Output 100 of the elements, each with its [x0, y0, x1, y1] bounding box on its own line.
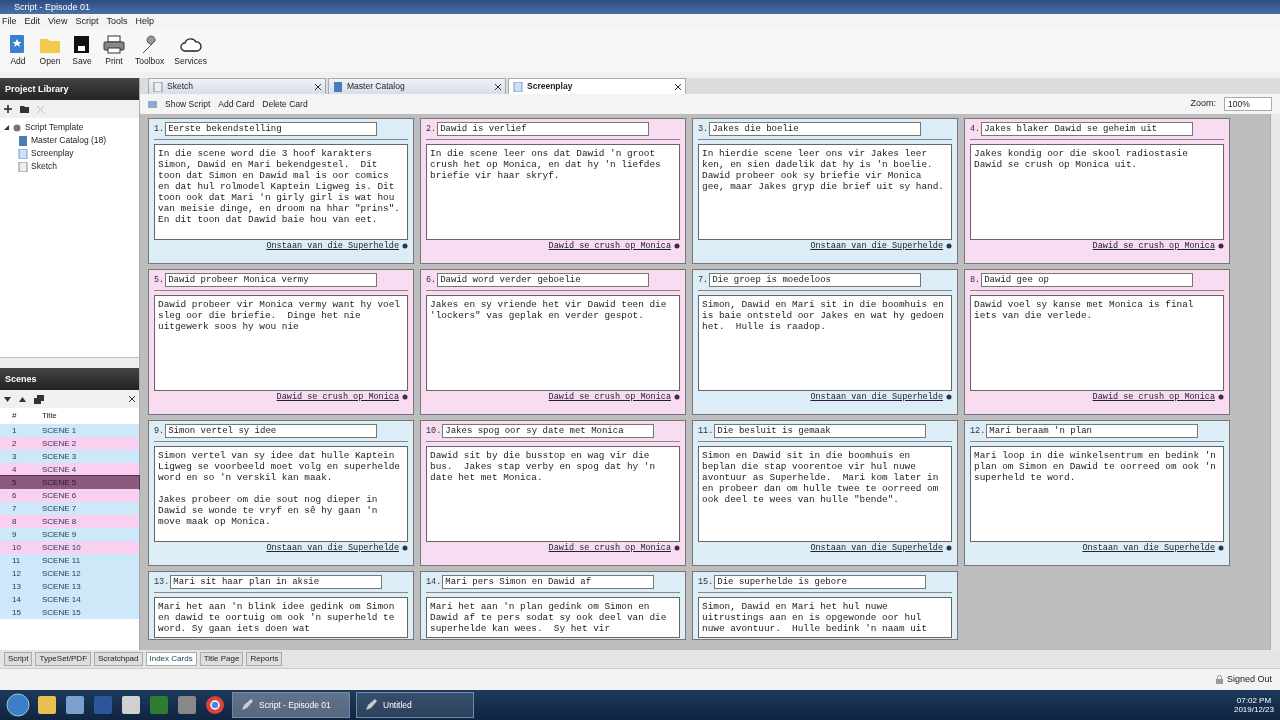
card-title-field[interactable]: Mari pers Simon en Dawid af: [442, 575, 655, 589]
card-title-field[interactable]: Mari sit haar plan in aksie: [170, 575, 383, 589]
scene-row[interactable]: 6 SCENE 6: [0, 489, 139, 502]
tab-label[interactable]: Master Catalog: [347, 80, 405, 93]
card-text-field[interactable]: Dawid voel sy kanse met Monica is final iets van die verlede.: [970, 295, 1224, 391]
column-header[interactable]: Title: [28, 410, 57, 422]
scene-row[interactable]: 1 SCENE 1: [0, 424, 139, 437]
expanded-arrow-icon[interactable]: [4, 125, 9, 130]
document-tab[interactable]: Sketch: [148, 78, 326, 94]
taskbar-window-button[interactable]: Script - Episode 01: [232, 692, 350, 718]
plotline-link[interactable]: Dawid se crush op Monica: [548, 391, 680, 403]
card-text-field[interactable]: Mari het aan 'n plan gedink om Simon en Dawid af te pers sodat sy ook deel van die superhelde kan wees. Sy het vir: [426, 597, 680, 638]
document-tab[interactable]: Screenplay: [508, 78, 686, 94]
scene-row[interactable]: 8 SCENE 8: [0, 515, 139, 528]
toolbar-button[interactable]: Print: [100, 34, 128, 72]
menu-item[interactable]: Edit: [24, 15, 41, 29]
scene-row[interactable]: 9 SCENE 9: [0, 528, 139, 541]
plus-icon[interactable]: [4, 105, 12, 113]
tree-item[interactable]: Sketch: [31, 160, 57, 173]
card-text-field[interactable]: In die scene word die 3 hoof karakters Simon, Dawid en Mari bekendgestel. Dit toon dat Simon en Dawid mal is oor comics en dat hul rolmodel Kaptein Ligweg is. Dit toon ook dat Mari 'n girly girl is wat hou van meisie dinge, en droom na hhar "prins". En dit toon dat Dawid baie hou van eet.: [154, 144, 408, 240]
app-icon[interactable]: [36, 695, 58, 715]
scene-row[interactable]: 11 SCENE 11: [0, 554, 139, 567]
view-tab[interactable]: Index Cards: [145, 652, 197, 666]
zoom-dropdown[interactable]: 100%: [1224, 96, 1272, 112]
view-tab[interactable]: Reports: [246, 652, 283, 666]
card-title-field[interactable]: Die groep is moedeloos: [709, 273, 922, 287]
plotline-link[interactable]: Dawid se crush op Monica: [1092, 240, 1224, 252]
toolbar-link[interactable]: Show Script: [165, 97, 211, 111]
app-icon[interactable]: [120, 695, 142, 715]
scene-row[interactable]: 2 SCENE 2: [0, 437, 139, 450]
card-text-field[interactable]: Dawid sit by die busstop en wag vir die bus. Jakes stap verby en spog dat hy 'n date het met Monica.: [426, 446, 680, 542]
plotline-link[interactable]: Dawid se crush op Monica: [1092, 391, 1224, 403]
toolbar-link[interactable]: Add Card: [218, 97, 255, 111]
card-title-field[interactable]: Dawid word verder geboelie: [437, 273, 650, 287]
plotline-link[interactable]: Onstaan van die Superhelde: [810, 240, 952, 252]
splitter-handle[interactable]: [0, 358, 139, 368]
card-title-field[interactable]: Dawid gee op: [981, 273, 1194, 287]
card-title-field[interactable]: Dawid probeer Monica vermy: [165, 273, 378, 287]
scene-row[interactable]: 3 SCENE 3: [0, 450, 139, 463]
card-text-field[interactable]: Simon en Dawid sit in die boomhuis en beplan die stap voorentoe vir hul nuwe avontuur as Superhelde. Mari kom later in en probeer dan om hulle twee te oorreed om ook deel te wees van hulle "bende".: [698, 446, 952, 542]
card-text-field[interactable]: In die scene leer ons dat Dawid 'n groot crush het op Monica, en dat hy 'n liefdes briefie vir haar skryf.: [426, 144, 680, 240]
card-text-field[interactable]: Jakes kondig oor die skool radiostasie Dawid se crush op Monica uit.: [970, 144, 1224, 240]
card-text-field[interactable]: Simon, Dawid en Mari sit in die boomhuis en is baie ontsteld oor Jakes en wat hy gedoen het. Hulle is raadop.: [698, 295, 952, 391]
plotline-link[interactable]: Dawid se crush op Monica: [276, 391, 408, 403]
scene-row[interactable]: 13 SCENE 13: [0, 580, 139, 593]
plotline-link[interactable]: Onstaan van die Superhelde: [266, 240, 408, 252]
view-tab[interactable]: Title Page: [199, 652, 244, 666]
menu-item[interactable]: View: [48, 15, 68, 29]
column-header[interactable]: #: [0, 410, 28, 422]
card-text-field[interactable]: Mari loop in die winkelsentrum en bedink 'n plan om Simon en Dawid te oorreed om ook 'n superheld te word.: [970, 446, 1224, 542]
account-status[interactable]: Signed Out: [1226, 672, 1272, 687]
plotline-link[interactable]: Onstaan van die Superhelde: [810, 542, 952, 554]
card-title-field[interactable]: Simon vertel sy idee: [165, 424, 378, 438]
toolbar-button[interactable]: Toolbox: [132, 34, 168, 72]
browser-icon[interactable]: [204, 695, 226, 715]
menu-item[interactable]: File: [2, 15, 17, 29]
plotline-link[interactable]: Onstaan van die Superhelde: [266, 542, 408, 554]
scene-row[interactable]: 7 SCENE 7: [0, 502, 139, 515]
view-tab[interactable]: Script: [4, 652, 33, 666]
view-tab[interactable]: Scratchpad: [94, 652, 143, 666]
scene-row[interactable]: 10 SCENE 10: [0, 541, 139, 554]
close-icon[interactable]: [315, 83, 321, 90]
folder-icon[interactable]: [20, 105, 29, 113]
scene-row[interactable]: 14 SCENE 14: [0, 593, 139, 606]
card-text-field[interactable]: Simon vertel van sy idee dat hulle Kaptein Ligweg se voorbeeld moet volg en superhelde word en so 'n verskil kan maak. Jakes probeer om die sout nog dieper in Dawid se wonde te vryf en sê hy gaan 'n move maak op Monica.: [154, 446, 408, 542]
card-title-field[interactable]: Jakes blaker Dawid se geheim uit: [981, 122, 1194, 136]
windows-icon[interactable]: [34, 394, 44, 404]
close-icon[interactable]: [129, 396, 135, 402]
plotline-link[interactable]: Onstaan van die Superhelde: [810, 391, 952, 403]
menu-item[interactable]: Help: [135, 15, 154, 29]
card-title-field[interactable]: Eerste bekendstelling: [165, 122, 378, 136]
card-text-field[interactable]: Jakes en sy vriende het vir Dawid teen die 'lockers" vas geplak en verder gespot.: [426, 295, 680, 391]
tab-label[interactable]: Sketch: [167, 80, 193, 93]
close-icon[interactable]: [495, 83, 501, 90]
card-title-field[interactable]: Mari beraam 'n plan: [986, 424, 1199, 438]
menu-item[interactable]: Tools: [106, 15, 128, 29]
card-title-field[interactable]: Dawid is verlief: [437, 122, 650, 136]
tree-item[interactable]: Script Template: [25, 121, 84, 134]
toolbar-button[interactable]: Services: [171, 34, 210, 72]
card-title-field[interactable]: Die superhelde is gebore: [714, 575, 927, 589]
card-text-field[interactable]: Dawid probeer vir Monica vermy want hy voel sleg oor die briefie. Dinge het nie uitgewerk soos hy wou nie: [154, 295, 408, 391]
tree-item[interactable]: Master Catalog (18): [31, 134, 107, 147]
view-tab[interactable]: TypeSet/PDF: [35, 652, 92, 666]
tree-item[interactable]: Screenplay: [31, 147, 74, 160]
toolbar-button[interactable]: Add: [4, 34, 32, 72]
card-title-field[interactable]: Jakes spog oor sy date met Monica: [442, 424, 655, 438]
close-icon[interactable]: [675, 83, 681, 90]
app-icon[interactable]: [64, 695, 86, 715]
card-title-field[interactable]: Jakes die boelie: [709, 122, 922, 136]
card-title-field[interactable]: Die besluit is gemaak: [714, 424, 927, 438]
up-arrow-icon[interactable]: [19, 396, 26, 402]
scene-row[interactable]: 12 SCENE 12: [0, 567, 139, 580]
app-icon[interactable]: [176, 695, 198, 715]
toolbar-link[interactable]: Delete Card: [262, 97, 308, 111]
document-tab[interactable]: Master Catalog: [328, 78, 506, 94]
scene-row[interactable]: 15 SCENE 15: [0, 606, 139, 619]
menu-item[interactable]: Script: [75, 15, 99, 29]
start-orb-icon[interactable]: [6, 693, 30, 717]
plotline-link[interactable]: Onstaan van die Superhelde: [1082, 542, 1224, 554]
toolbar-button[interactable]: Save: [68, 34, 96, 72]
